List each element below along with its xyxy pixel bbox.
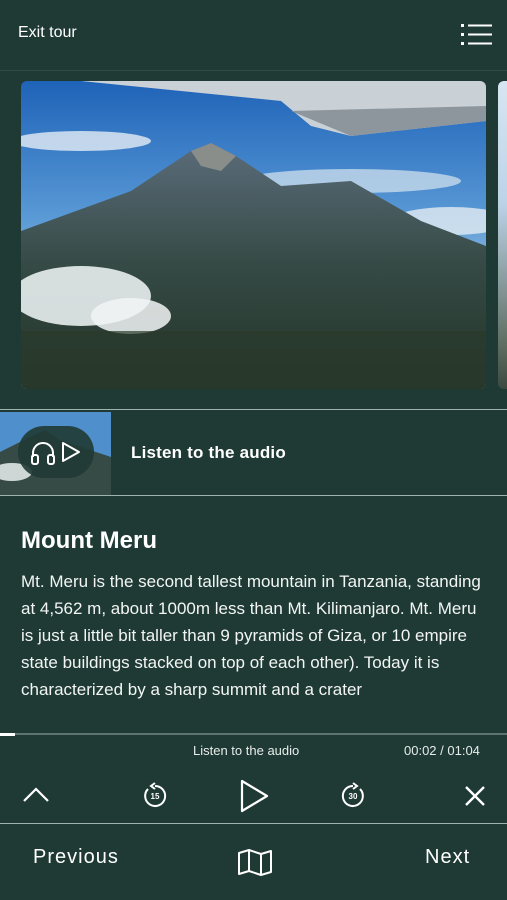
footer-divider xyxy=(0,823,507,824)
exit-tour-button[interactable]: Exit tour xyxy=(18,24,77,42)
previous-button[interactable]: Previous xyxy=(33,846,119,869)
audio-card-label[interactable]: Listen to the audio xyxy=(131,443,286,463)
rewind-15-icon[interactable]: 15 xyxy=(140,781,170,816)
stop-description: Mt. Meru is the second tallest mountain … xyxy=(21,572,481,699)
map-icon[interactable] xyxy=(237,848,273,881)
headphones-icon xyxy=(31,442,80,465)
next-button[interactable]: Next xyxy=(425,846,470,869)
next-image-peek[interactable] xyxy=(498,81,507,389)
progress-track[interactable] xyxy=(0,733,507,735)
stop-hero-image[interactable] xyxy=(21,81,486,389)
audio-divider-bottom xyxy=(0,495,507,496)
rewind-seconds: 15 xyxy=(151,792,160,801)
top-bar: Exit tour xyxy=(0,0,507,70)
audio-play-button[interactable] xyxy=(18,426,94,478)
forward-seconds: 30 xyxy=(349,792,358,801)
top-divider xyxy=(0,70,507,71)
close-icon[interactable] xyxy=(462,783,488,814)
list-menu-icon[interactable] xyxy=(461,22,493,48)
forward-30-icon[interactable]: 30 xyxy=(338,781,368,816)
player-track-title: Listen to the audio xyxy=(193,743,300,758)
stop-title: Mount Meru xyxy=(21,527,157,554)
play-icon[interactable] xyxy=(237,778,271,819)
chevron-up-icon[interactable] xyxy=(21,782,51,813)
progress-fill xyxy=(0,733,16,736)
player-time: 00:02 / 01:04 xyxy=(404,743,480,758)
